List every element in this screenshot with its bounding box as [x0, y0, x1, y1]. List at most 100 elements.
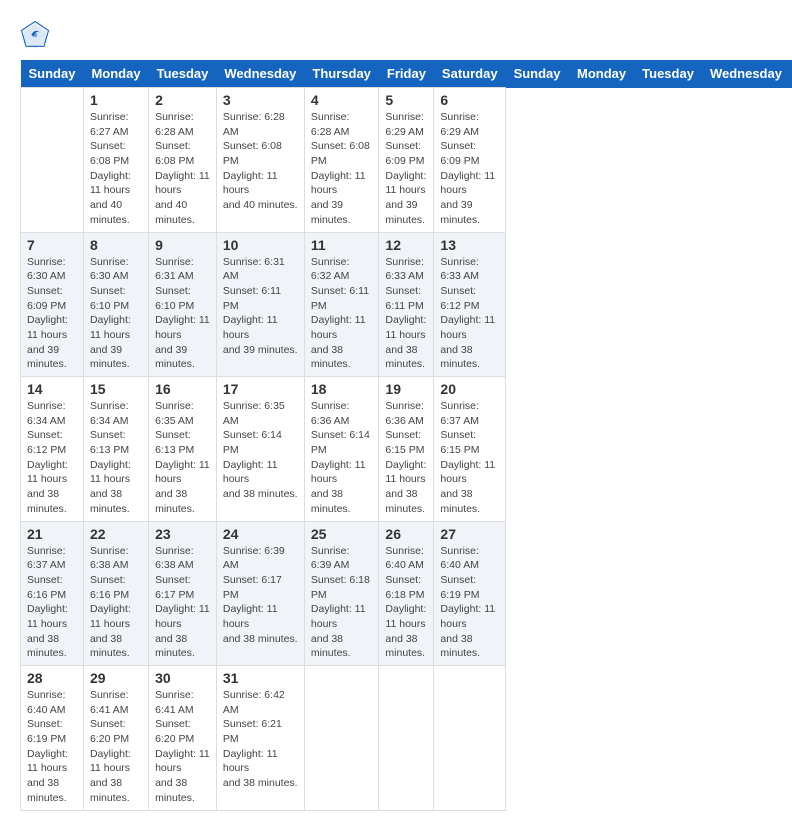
cell-content: Sunrise: 6:30 AM Sunset: 6:10 PM Dayligh… [90, 255, 142, 373]
cell-content: Sunrise: 6:41 AM Sunset: 6:20 PM Dayligh… [155, 688, 210, 806]
date-number: 7 [27, 237, 77, 253]
day-cell-26: 26Sunrise: 6:40 AM Sunset: 6:18 PM Dayli… [379, 521, 434, 666]
date-number: 16 [155, 381, 210, 397]
day-cell-6: 6 Sunrise: 6:29 AM Sunset: 6:09 PM Daylig… [434, 88, 506, 233]
day-cell-7: 7 Sunrise: 6:30 AM Sunset: 6:09 PM Daylig… [21, 232, 84, 377]
cell-content: Sunrise: 6:38 AM Sunset: 6:17 PM Dayligh… [155, 544, 210, 662]
cell-content: Sunrise: 6:28 AM Sunset: 6:08 PM Dayligh… [311, 110, 373, 228]
day-cell-14: 14Sunrise: 6:34 AM Sunset: 6:12 PM Dayli… [21, 377, 84, 522]
day-header-saturday: Saturday [434, 60, 506, 88]
day-cell-18: 18 Sunrise: 6:36 AM Sunset: 6:14 PM Dayli… [304, 377, 379, 522]
cell-content: Sunrise: 6:37 AM Sunset: 6:16 PM Dayligh… [27, 544, 77, 662]
date-number: 15 [90, 381, 142, 397]
week-row-5: 28Sunrise: 6:40 AM Sunset: 6:19 PM Dayli… [21, 666, 792, 811]
cell-content: Sunrise: 6:36 AM Sunset: 6:15 PM Dayligh… [385, 399, 427, 517]
logo [20, 20, 54, 50]
day-cell-10: 10 Sunrise: 6:31 AM Sunset: 6:11 PM Dayli… [216, 232, 304, 377]
day-header-sunday: Sunday [506, 60, 569, 88]
day-header-thursday: Thursday [304, 60, 379, 88]
cell-content: Sunrise: 6:40 AM Sunset: 6:19 PM Dayligh… [440, 544, 499, 662]
day-cell-12: 12 Sunrise: 6:33 AM Sunset: 6:11 PM Dayli… [379, 232, 434, 377]
day-cell-16: 16 Sunrise: 6:35 AM Sunset: 6:13 PM Dayli… [149, 377, 217, 522]
day-cell-1: 1Sunrise: 6:27 AM Sunset: 6:08 PM Daylig… [83, 88, 148, 233]
day-cell-28: 28Sunrise: 6:40 AM Sunset: 6:19 PM Dayli… [21, 666, 84, 811]
day-cell-29: 29Sunrise: 6:41 AM Sunset: 6:20 PM Dayli… [83, 666, 148, 811]
date-number: 29 [90, 670, 142, 686]
day-cell-4: 4 Sunrise: 6:28 AM Sunset: 6:08 PM Daylig… [304, 88, 379, 233]
date-number: 30 [155, 670, 210, 686]
cell-content: Sunrise: 6:34 AM Sunset: 6:12 PM Dayligh… [27, 399, 77, 517]
day-cell-25: 25Sunrise: 6:39 AM Sunset: 6:18 PM Dayli… [304, 521, 379, 666]
cell-content: Sunrise: 6:33 AM Sunset: 6:11 PM Dayligh… [385, 255, 427, 373]
day-cell-24: 24 Sunrise: 6:39 AM Sunset: 6:17 PM Dayli… [216, 521, 304, 666]
logo-icon [20, 20, 50, 50]
cell-content: Sunrise: 6:35 AM Sunset: 6:14 PM Dayligh… [223, 399, 298, 502]
day-header-wednesday: Wednesday [216, 60, 304, 88]
cell-content: Sunrise: 6:27 AM Sunset: 6:08 PM Dayligh… [90, 110, 142, 228]
day-cell-8: 8 Sunrise: 6:30 AM Sunset: 6:10 PM Daylig… [83, 232, 148, 377]
day-header-tuesday: Tuesday [149, 60, 217, 88]
page-header [20, 20, 772, 50]
cell-content: Sunrise: 6:35 AM Sunset: 6:13 PM Dayligh… [155, 399, 210, 517]
date-number: 17 [223, 381, 298, 397]
day-cell-17: 17 Sunrise: 6:35 AM Sunset: 6:14 PM Dayli… [216, 377, 304, 522]
cell-content: Sunrise: 6:42 AM Sunset: 6:21 PM Dayligh… [223, 688, 298, 791]
date-number: 4 [311, 92, 373, 108]
day-header-monday: Monday [569, 60, 634, 88]
day-cell-21: 21Sunrise: 6:37 AM Sunset: 6:16 PM Dayli… [21, 521, 84, 666]
date-number: 22 [90, 526, 142, 542]
date-number: 8 [90, 237, 142, 253]
cell-content: Sunrise: 6:31 AM Sunset: 6:10 PM Dayligh… [155, 255, 210, 373]
day-cell-2: 2 Sunrise: 6:28 AM Sunset: 6:08 PM Daylig… [149, 88, 217, 233]
date-number: 10 [223, 237, 298, 253]
date-number: 13 [440, 237, 499, 253]
cell-content: Sunrise: 6:39 AM Sunset: 6:17 PM Dayligh… [223, 544, 298, 647]
calendar-table: SundayMondayTuesdayWednesdayThursdayFrid… [20, 60, 792, 811]
date-number: 24 [223, 526, 298, 542]
cell-content: Sunrise: 6:29 AM Sunset: 6:09 PM Dayligh… [440, 110, 499, 228]
week-row-1: 1Sunrise: 6:27 AM Sunset: 6:08 PM Daylig… [21, 88, 792, 233]
cell-content: Sunrise: 6:31 AM Sunset: 6:11 PM Dayligh… [223, 255, 298, 358]
date-number: 6 [440, 92, 499, 108]
cell-content: Sunrise: 6:36 AM Sunset: 6:14 PM Dayligh… [311, 399, 373, 517]
day-cell-15: 15 Sunrise: 6:34 AM Sunset: 6:13 PM Dayli… [83, 377, 148, 522]
date-number: 5 [385, 92, 427, 108]
day-cell-13: 13 Sunrise: 6:33 AM Sunset: 6:12 PM Dayli… [434, 232, 506, 377]
date-number: 25 [311, 526, 373, 542]
day-header-friday: Friday [379, 60, 434, 88]
date-number: 11 [311, 237, 373, 253]
empty-cell [379, 666, 434, 811]
cell-content: Sunrise: 6:38 AM Sunset: 6:16 PM Dayligh… [90, 544, 142, 662]
cell-content: Sunrise: 6:40 AM Sunset: 6:18 PM Dayligh… [385, 544, 427, 662]
cell-content: Sunrise: 6:29 AM Sunset: 6:09 PM Dayligh… [385, 110, 427, 228]
day-cell-9: 9 Sunrise: 6:31 AM Sunset: 6:10 PM Daylig… [149, 232, 217, 377]
date-number: 20 [440, 381, 499, 397]
cell-content: Sunrise: 6:28 AM Sunset: 6:08 PM Dayligh… [155, 110, 210, 228]
cell-content: Sunrise: 6:40 AM Sunset: 6:19 PM Dayligh… [27, 688, 77, 806]
date-number: 18 [311, 381, 373, 397]
date-number: 9 [155, 237, 210, 253]
empty-cell [21, 88, 84, 233]
week-row-3: 14Sunrise: 6:34 AM Sunset: 6:12 PM Dayli… [21, 377, 792, 522]
day-cell-3: 3 Sunrise: 6:28 AM Sunset: 6:08 PM Daylig… [216, 88, 304, 233]
day-cell-31: 31 Sunrise: 6:42 AM Sunset: 6:21 PM Dayli… [216, 666, 304, 811]
date-number: 3 [223, 92, 298, 108]
cell-content: Sunrise: 6:34 AM Sunset: 6:13 PM Dayligh… [90, 399, 142, 517]
empty-cell [304, 666, 379, 811]
header-row: SundayMondayTuesdayWednesdayThursdayFrid… [21, 60, 792, 88]
cell-content: Sunrise: 6:32 AM Sunset: 6:11 PM Dayligh… [311, 255, 373, 373]
day-cell-5: 5 Sunrise: 6:29 AM Sunset: 6:09 PM Daylig… [379, 88, 434, 233]
day-cell-20: 20Sunrise: 6:37 AM Sunset: 6:15 PM Dayli… [434, 377, 506, 522]
day-cell-30: 30 Sunrise: 6:41 AM Sunset: 6:20 PM Dayli… [149, 666, 217, 811]
day-cell-27: 27 Sunrise: 6:40 AM Sunset: 6:19 PM Dayli… [434, 521, 506, 666]
cell-content: Sunrise: 6:33 AM Sunset: 6:12 PM Dayligh… [440, 255, 499, 373]
day-header-tuesday: Tuesday [634, 60, 702, 88]
cell-content: Sunrise: 6:30 AM Sunset: 6:09 PM Dayligh… [27, 255, 77, 373]
date-number: 19 [385, 381, 427, 397]
date-number: 31 [223, 670, 298, 686]
day-header-monday: Monday [83, 60, 148, 88]
date-number: 2 [155, 92, 210, 108]
cell-content: Sunrise: 6:28 AM Sunset: 6:08 PM Dayligh… [223, 110, 298, 213]
date-number: 12 [385, 237, 427, 253]
date-number: 27 [440, 526, 499, 542]
